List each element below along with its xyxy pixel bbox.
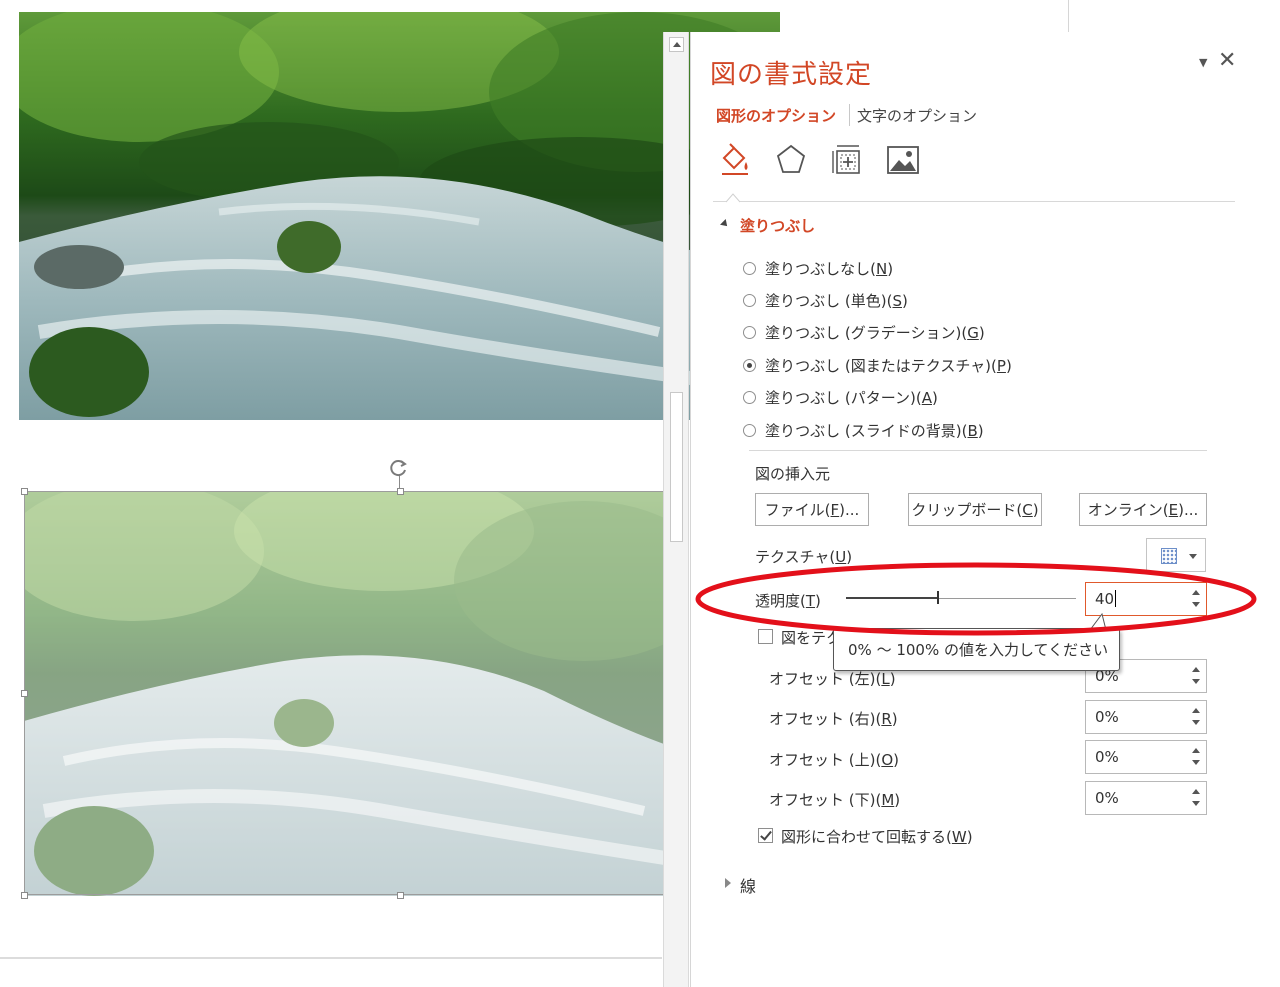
tab-underline [713, 201, 1235, 202]
offset-right-label: オフセット (右)(R) [769, 710, 898, 728]
texture-swatch-icon [1161, 548, 1177, 564]
radio-button[interactable] [743, 391, 756, 404]
fill-and-line-icon[interactable] [716, 142, 752, 178]
rotate-with-shape-label: 図形に合わせて回転する(W) [781, 828, 973, 846]
transparency-value: 40 [1095, 590, 1115, 608]
format-picture-pane: 図の書式設定 ▼ ✕ 図形のオプション 文字のオプション 塗りつぶし 塗りつぶし… [690, 32, 1253, 987]
radio-button[interactable] [743, 262, 756, 275]
tile-picture-checkbox[interactable] [758, 629, 773, 644]
texture-label: テクスチャ(U) [755, 548, 853, 566]
scroll-up-icon[interactable] [669, 37, 684, 52]
offset-right-input[interactable]: 0% [1085, 700, 1207, 734]
texture-dropdown[interactable] [1146, 538, 1206, 572]
size-and-properties-icon[interactable] [829, 142, 865, 178]
tab-separator [849, 104, 850, 126]
resize-handle[interactable] [21, 488, 28, 495]
vertical-scrollbar[interactable] [663, 32, 689, 987]
slide-border [1068, 0, 1069, 32]
radio-gradient-fill[interactable]: 塗りつぶし (グラデーション)(G) [743, 322, 985, 343]
fill-section-title[interactable]: 塗りつぶし [740, 215, 815, 236]
spin-arrows-icon[interactable] [1191, 665, 1201, 687]
tile-picture-label: 図をテク [781, 629, 842, 647]
line-section-title[interactable]: 線 [740, 873, 756, 897]
section-divider [749, 450, 1207, 451]
offset-left-label: オフセット (左)(L) [769, 670, 896, 688]
radio-label: 塗りつぶしなし(N) [765, 260, 894, 278]
river-photo-transparent[interactable] [24, 491, 684, 896]
radio-button-selected[interactable] [743, 359, 756, 372]
offset-bottom-value: 0% [1095, 789, 1119, 807]
resize-handle[interactable] [21, 892, 28, 899]
spin-arrows-icon[interactable] [1191, 588, 1201, 610]
pane-options-dropdown-icon[interactable]: ▼ [1199, 56, 1207, 69]
transparency-slider-thumb[interactable] [937, 591, 939, 604]
tab-shape-options[interactable]: 図形のオプション [716, 105, 836, 126]
scroll-thumb[interactable] [670, 392, 683, 542]
slide-border [0, 957, 662, 959]
radio-button[interactable] [743, 294, 756, 307]
rotate-handle-icon[interactable] [389, 458, 409, 478]
effects-icon[interactable] [773, 142, 809, 178]
radio-slide-background-fill[interactable]: 塗りつぶし (スライドの背景)(B) [743, 420, 984, 441]
offset-top-label: オフセット (上)(O) [769, 751, 899, 769]
offset-bottom-input[interactable]: 0% [1085, 781, 1207, 815]
resize-handle[interactable] [21, 690, 28, 697]
close-icon[interactable]: ✕ [1218, 48, 1236, 73]
transparency-input[interactable]: 40 [1085, 582, 1207, 616]
offset-top-input[interactable]: 0% [1085, 740, 1207, 774]
picture-icon[interactable] [885, 142, 921, 178]
file-button[interactable]: ファイル(F)... [755, 493, 869, 526]
transparency-slider-fill [846, 597, 938, 599]
expand-triangle-icon[interactable] [725, 878, 731, 888]
spin-arrows-icon[interactable] [1191, 787, 1201, 809]
offset-top-value: 0% [1095, 748, 1119, 766]
offset-bottom-label: オフセット (下)(M) [769, 791, 901, 809]
radio-no-fill[interactable]: 塗りつぶしなし(N) [743, 258, 893, 279]
online-button[interactable]: オンライン(E)... [1079, 493, 1207, 526]
radio-label: 塗りつぶし (スライドの背景)(B) [765, 422, 984, 440]
transparency-label: 透明度(T) [755, 592, 821, 610]
chevron-down-icon [1189, 554, 1197, 559]
rotate-with-shape-checkbox[interactable] [758, 828, 773, 843]
active-tab-pointer-icon [726, 193, 740, 203]
radio-label: 塗りつぶし (グラデーション)(G) [765, 324, 985, 342]
collapse-triangle-icon[interactable] [720, 219, 730, 229]
radio-button[interactable] [743, 326, 756, 339]
clipboard-button[interactable]: クリップボード(C) [908, 493, 1042, 526]
offset-right-value: 0% [1095, 708, 1119, 726]
radio-solid-fill[interactable]: 塗りつぶし (単色)(S) [743, 290, 908, 311]
transparency-tooltip: 0% ～ 100% の値を入力してください [833, 628, 1120, 671]
radio-label: 塗りつぶし (図またはテクスチャ)(P) [765, 357, 1012, 375]
radio-picture-fill[interactable]: 塗りつぶし (図またはテクスチャ)(P) [743, 355, 1012, 376]
resize-handle[interactable] [397, 892, 404, 899]
radio-label: 塗りつぶし (パターン)(A) [765, 389, 938, 407]
spin-arrows-icon[interactable] [1191, 706, 1201, 728]
tab-text-options[interactable]: 文字のオプション [857, 105, 977, 126]
radio-label: 塗りつぶし (単色)(S) [765, 292, 908, 310]
pane-title: 図の書式設定 [710, 60, 873, 90]
radio-pattern-fill[interactable]: 塗りつぶし (パターン)(A) [743, 387, 938, 408]
resize-handle[interactable] [397, 488, 404, 495]
radio-button[interactable] [743, 424, 756, 437]
spin-arrows-icon[interactable] [1191, 746, 1201, 768]
insert-from-label: 図の挿入元 [755, 465, 831, 483]
